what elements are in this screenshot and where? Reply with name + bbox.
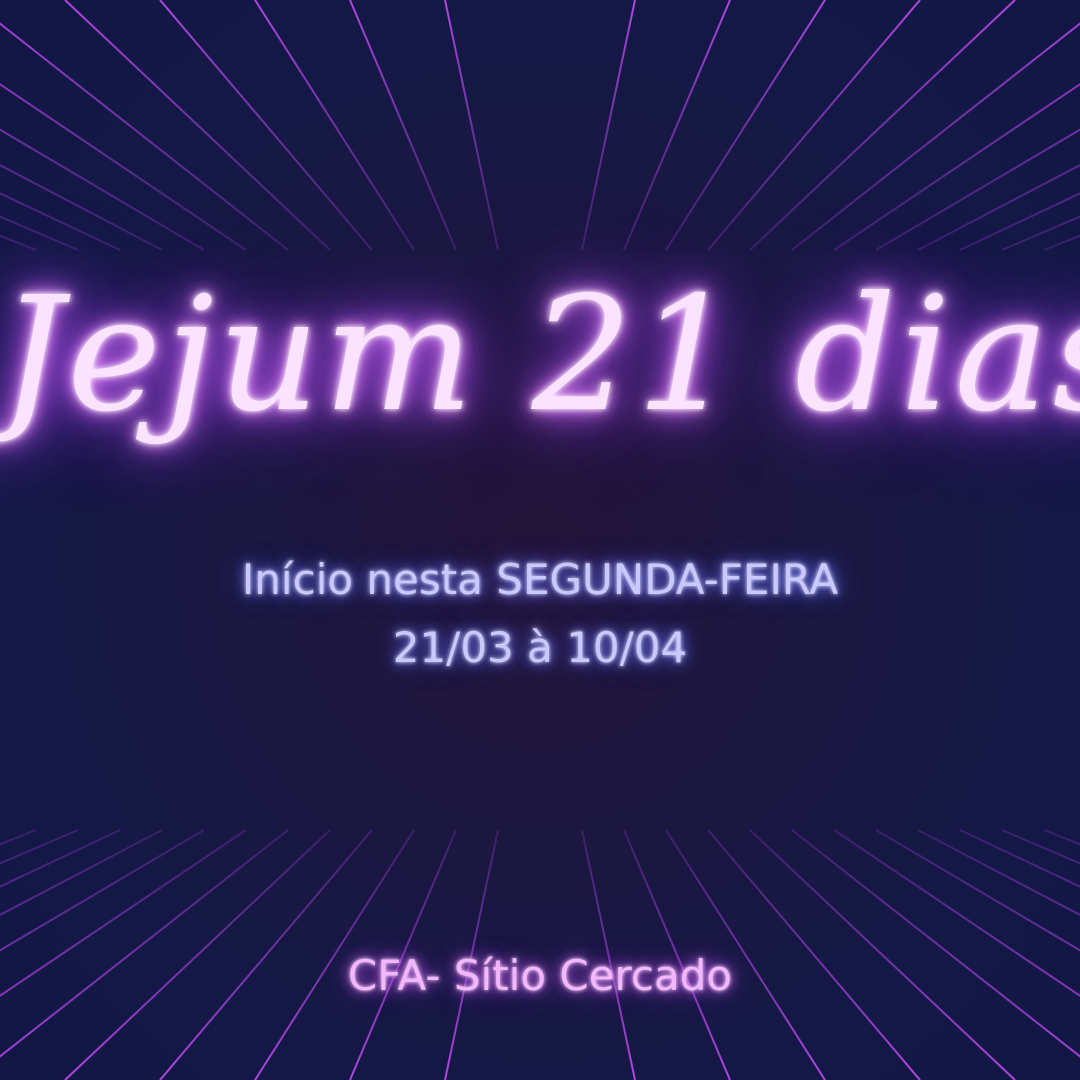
neon-grid-background xyxy=(0,0,1080,1080)
poster-title: Jejum 21 dias xyxy=(0,263,1080,447)
church-name: CFA- Sítio Cercado xyxy=(347,951,733,1000)
poster: Jejum 21 dias Início nesta SEGUNDA-FEIRA… xyxy=(0,0,1080,1080)
date-range: 21/03 à 10/04 xyxy=(392,623,688,672)
grid-ceiling xyxy=(0,0,1080,251)
start-announcement: Início nesta SEGUNDA-FEIRA xyxy=(241,555,839,604)
